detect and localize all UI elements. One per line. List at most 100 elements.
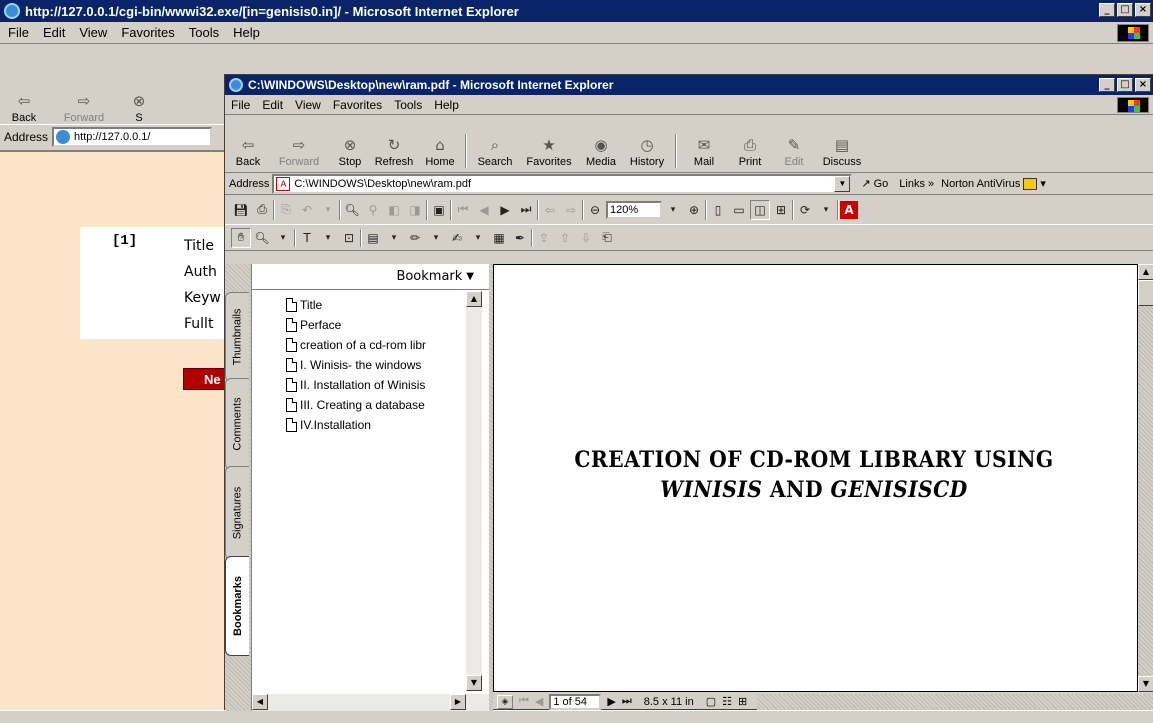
facing-icon[interactable]: ⊞ [738,695,747,708]
status-last-page-icon[interactable]: ⏭ [622,695,632,708]
favorites-button[interactable]: ★ Favorites [523,136,575,168]
page-scroll-thumb[interactable] [1138,280,1153,306]
status-prev-page-icon[interactable]: ◀ [535,695,543,708]
status-next-page-icon[interactable]: ▶ [607,695,615,708]
fit-width-icon[interactable]: ◫ [750,199,770,220]
menu-help[interactable]: Help [233,25,260,40]
prev-view-icon[interactable]: ◧ [384,200,404,220]
bookmark-item[interactable]: IV.Installation [286,415,466,435]
fit-page-icon[interactable]: ▭ [729,200,749,220]
address-dropdown-icon[interactable]: ▼ [834,175,851,192]
pencil-dropdown-icon[interactable]: ▾ [426,228,446,248]
inner-address-input[interactable]: A C:\WINDOWS\Desktop\new\ram.pdf ▼ [272,173,853,194]
mail-button[interactable]: ✉ Mail [685,136,723,168]
norton-dropdown-icon[interactable]: ▾ [1040,177,1046,190]
history-button[interactable]: ◷ History [627,136,667,168]
menu-favorites[interactable]: Favorites [121,25,174,40]
scroll-left-icon[interactable]: ◀ [252,694,268,710]
single-page-icon[interactable]: ▢ [706,695,716,708]
review-icon-3[interactable]: ⇩ [576,228,596,248]
zoom-out-icon[interactable]: ⊖ [585,200,605,220]
page-number-field[interactable]: 1 of 54 [549,693,602,710]
note-dropdown-icon[interactable]: ▾ [384,228,404,248]
outer-back-button[interactable]: ⇦ Back [4,68,44,124]
maximize-button[interactable]: □ [1117,3,1133,17]
print-pdf-icon[interactable]: ⎙ [252,200,272,220]
bookmark-item[interactable]: III. Creating a database [286,395,466,415]
undo-icon[interactable]: ↶ [297,200,317,220]
sign-tool-icon[interactable]: ✒ [510,228,530,248]
scroll-down-icon[interactable]: ▼ [466,675,482,691]
undo-dropdown-icon[interactable]: ▾ [318,200,338,220]
media-button[interactable]: ◉ Media [583,136,619,168]
menu-view[interactable]: View [79,25,107,40]
search-pdf-icon[interactable]: ⚲ [363,200,383,220]
graphics-select-icon[interactable]: ⊡ [339,228,359,248]
inner-close-button[interactable]: × [1135,78,1151,92]
go-button[interactable]: Go [874,178,889,190]
page-scroll-up-icon[interactable]: ▲ [1138,264,1153,280]
save-icon[interactable]: 💾︎ [231,200,251,220]
scroll-right-icon[interactable]: ▶ [450,694,466,710]
inner-menu-tools[interactable]: Tools [394,98,422,112]
continuous-icon[interactable]: ☷ [722,695,732,708]
zoom-dropdown-icon[interactable]: ▾ [663,200,683,220]
rotate-icon[interactable]: ⟳ [795,200,815,220]
note-tool-icon[interactable]: ▤ [363,228,383,248]
search-button[interactable]: ⌕ Search [475,136,515,168]
zoom-tool-icon[interactable]: 🔍︎ [252,228,272,248]
tab-comments[interactable]: Comments [225,378,249,470]
menu-edit[interactable]: Edit [43,25,65,40]
menu-tools[interactable]: Tools [189,25,219,40]
inner-minimize-button[interactable]: _ [1099,78,1115,92]
tab-bookmarks[interactable]: Bookmarks [225,556,249,656]
review-icon-4[interactable]: ⎗ [597,228,617,248]
first-page-icon[interactable]: ⏮ [453,200,473,220]
next-view-icon[interactable]: ◨ [405,200,425,220]
outer-stop-button[interactable]: ⊗ S [124,68,154,124]
inner-title-bar[interactable]: C:\WINDOWS\Desktop\new\ram.pdf - Microso… [225,75,1153,95]
bookmark-hscrollbar[interactable]: ◀ ▶ [252,694,490,711]
outer-forward-button[interactable]: ⇨ Forward [54,68,114,124]
bookmark-item[interactable]: I. Winisis- the windows [286,355,466,375]
inner-menu-edit[interactable]: Edit [262,98,283,112]
rotate-dropdown-icon[interactable]: ▾ [816,200,836,220]
highlight-dropdown-icon[interactable]: ▾ [468,228,488,248]
bookmark-item[interactable]: Perface [286,315,466,335]
find-icon[interactable]: 🔍︎ [342,200,362,220]
hand-tool-icon[interactable]: ✋︎ [231,227,251,248]
tab-thumbnails[interactable]: Thumbnails [225,292,249,382]
status-first-page-icon[interactable]: ⏮ [519,695,529,708]
go-back-icon[interactable]: ⇦ [540,200,560,220]
discuss-button[interactable]: ▤ Discuss [819,136,865,168]
zoom-input[interactable]: 120% [606,200,662,219]
review-icon-1[interactable]: ⇪ [534,228,554,248]
go-forward-icon[interactable]: ⇨ [561,200,581,220]
bookmark-item[interactable]: creation of a cd-rom libr [286,335,466,355]
print-button[interactable]: ⎙ Print [731,136,769,168]
stamp-tool-icon[interactable]: ▦ [489,228,509,248]
bookmark-header[interactable]: Bookmark ▼ [252,264,490,290]
bookmark-item[interactable]: Title [286,295,466,315]
inner-menu-help[interactable]: Help [434,98,459,112]
zoom-tool-dropdown-icon[interactable]: ▾ [273,228,293,248]
menu-file[interactable]: File [8,25,29,40]
minimize-button[interactable]: _ [1099,3,1115,17]
status-toggle-icon[interactable]: ◈ [497,694,513,709]
links-button[interactable]: Links » [899,178,934,190]
outer-address-input[interactable]: http://127.0.0.1/ [52,126,213,147]
bookmark-item[interactable]: II. Installation of Winisis [286,375,466,395]
stop-button[interactable]: ⊗ Stop [335,136,365,168]
inner-menu-favorites[interactable]: Favorites [333,98,382,112]
copy-icon[interactable]: ⎘ [276,200,296,220]
bookmark-vscrollbar[interactable]: ▲ ▼ [466,291,482,691]
inner-menu-file[interactable]: File [231,98,250,112]
page-scroll-down-icon[interactable]: ▼ [1138,676,1153,692]
next-page-icon[interactable]: ▶ [495,200,515,220]
pencil-tool-icon[interactable]: ✏ [405,228,425,248]
norton-antivirus-button[interactable]: Norton AntiVirus [941,178,1020,190]
forward-button[interactable]: ⇨ Forward [271,136,327,168]
home-button[interactable]: ⌂ Home [423,136,457,168]
page-hscrollbar[interactable] [757,693,1153,710]
review-icon-2[interactable]: ⇧ [555,228,575,248]
